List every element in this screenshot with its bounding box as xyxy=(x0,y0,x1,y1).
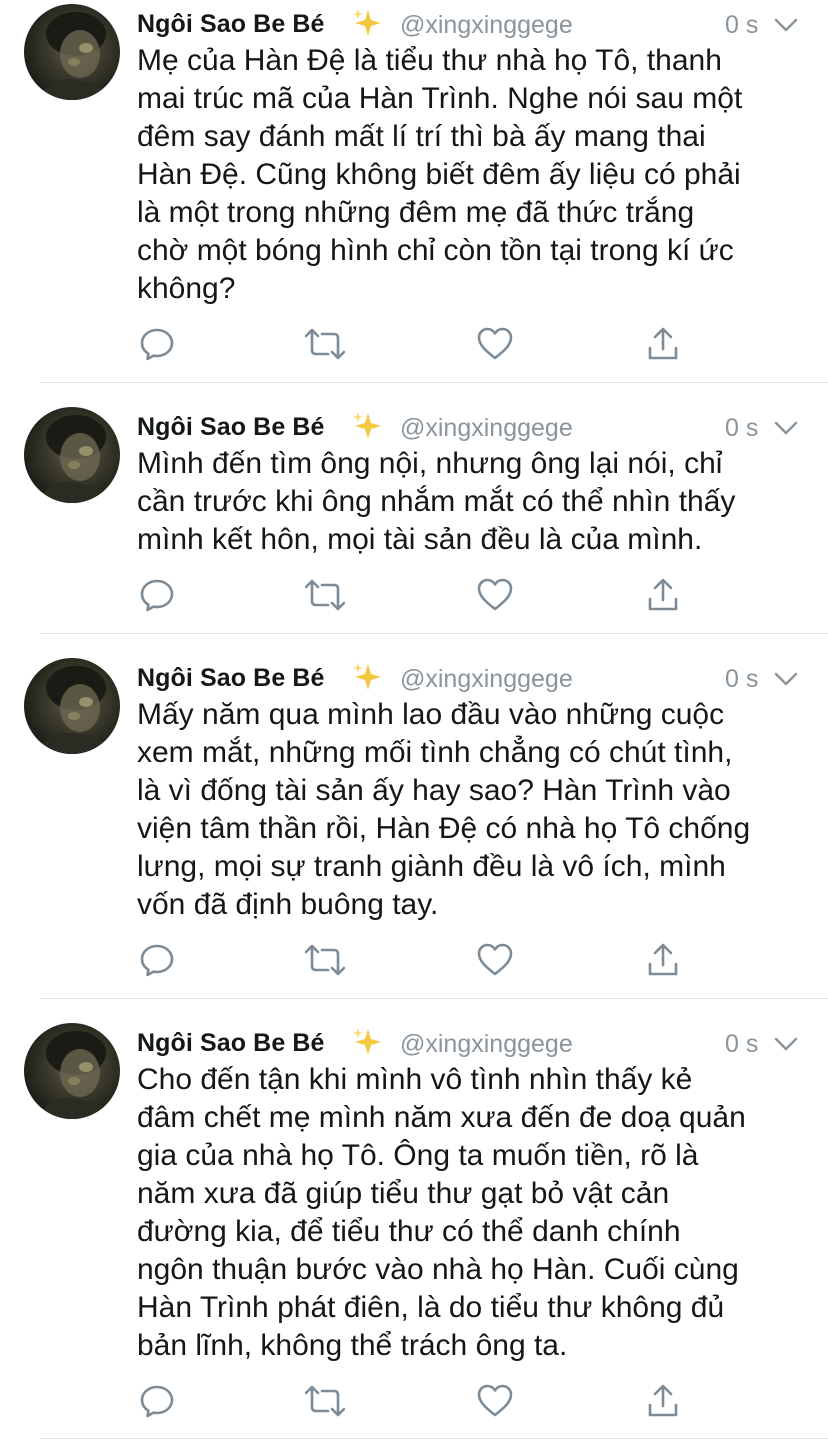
user-handle[interactable]: @xingxinggege xyxy=(400,1030,573,1059)
reply-icon[interactable] xyxy=(137,940,177,980)
tweet-text: Mình đến tìm ông nội, nhưng ông lại nói,… xyxy=(137,447,736,556)
tweet-text: Mẹ của Hàn Đệ là tiểu thư nhà họ Tô, tha… xyxy=(137,44,743,305)
avatar[interactable] xyxy=(24,407,120,503)
like-icon[interactable] xyxy=(475,575,515,615)
retweet-icon[interactable] xyxy=(305,1381,345,1421)
like-icon[interactable] xyxy=(475,1381,515,1421)
retweet-icon[interactable] xyxy=(305,940,345,980)
tweet-actions xyxy=(137,1381,697,1421)
share-icon[interactable] xyxy=(643,940,683,980)
timestamp: 0 s xyxy=(725,1030,759,1058)
share-icon[interactable] xyxy=(643,575,683,615)
tweet-text: Cho đến tận khi mình vô tình nhìn thấy k… xyxy=(137,1063,746,1362)
tweet-text: Mấy năm qua mình lao đầu vào những cuộc … xyxy=(137,698,751,921)
divider xyxy=(40,998,828,999)
reply-icon[interactable] xyxy=(137,575,177,615)
timestamp: 0 s xyxy=(725,665,759,693)
tweet-actions xyxy=(137,324,697,364)
chevron-down-icon[interactable] xyxy=(771,668,801,690)
reply-icon[interactable] xyxy=(137,1381,177,1421)
tweet-actions xyxy=(137,575,697,615)
display-name[interactable]: Ngôi Sao Be Bé xyxy=(137,10,325,39)
retweet-icon[interactable] xyxy=(305,575,345,615)
display-name[interactable]: Ngôi Sao Be Bé xyxy=(137,1029,325,1058)
display-name[interactable]: Ngôi Sao Be Bé xyxy=(137,664,325,693)
sparkles-icon xyxy=(351,660,385,694)
share-icon[interactable] xyxy=(643,1381,683,1421)
avatar[interactable] xyxy=(24,658,120,754)
divider xyxy=(40,633,828,634)
timestamp: 0 s xyxy=(725,414,759,442)
share-icon[interactable] xyxy=(643,324,683,364)
avatar[interactable] xyxy=(24,4,120,100)
sparkles-icon xyxy=(351,6,385,40)
user-handle[interactable]: @xingxinggege xyxy=(400,665,573,694)
user-handle[interactable]: @xingxinggege xyxy=(400,414,573,443)
retweet-icon[interactable] xyxy=(305,324,345,364)
chevron-down-icon[interactable] xyxy=(771,1033,801,1055)
user-handle[interactable]: @xingxinggege xyxy=(400,11,573,40)
like-icon[interactable] xyxy=(475,324,515,364)
display-name[interactable]: Ngôi Sao Be Bé xyxy=(137,413,325,442)
divider xyxy=(40,382,828,383)
sparkles-icon xyxy=(351,1025,385,1059)
chevron-down-icon[interactable] xyxy=(771,14,801,36)
like-icon[interactable] xyxy=(475,940,515,980)
chevron-down-icon[interactable] xyxy=(771,417,801,439)
sparkles-icon xyxy=(351,409,385,443)
tweet-actions xyxy=(137,940,697,980)
timestamp: 0 s xyxy=(725,11,759,39)
reply-icon[interactable] xyxy=(137,324,177,364)
divider xyxy=(40,1438,828,1439)
avatar[interactable] xyxy=(24,1023,120,1119)
